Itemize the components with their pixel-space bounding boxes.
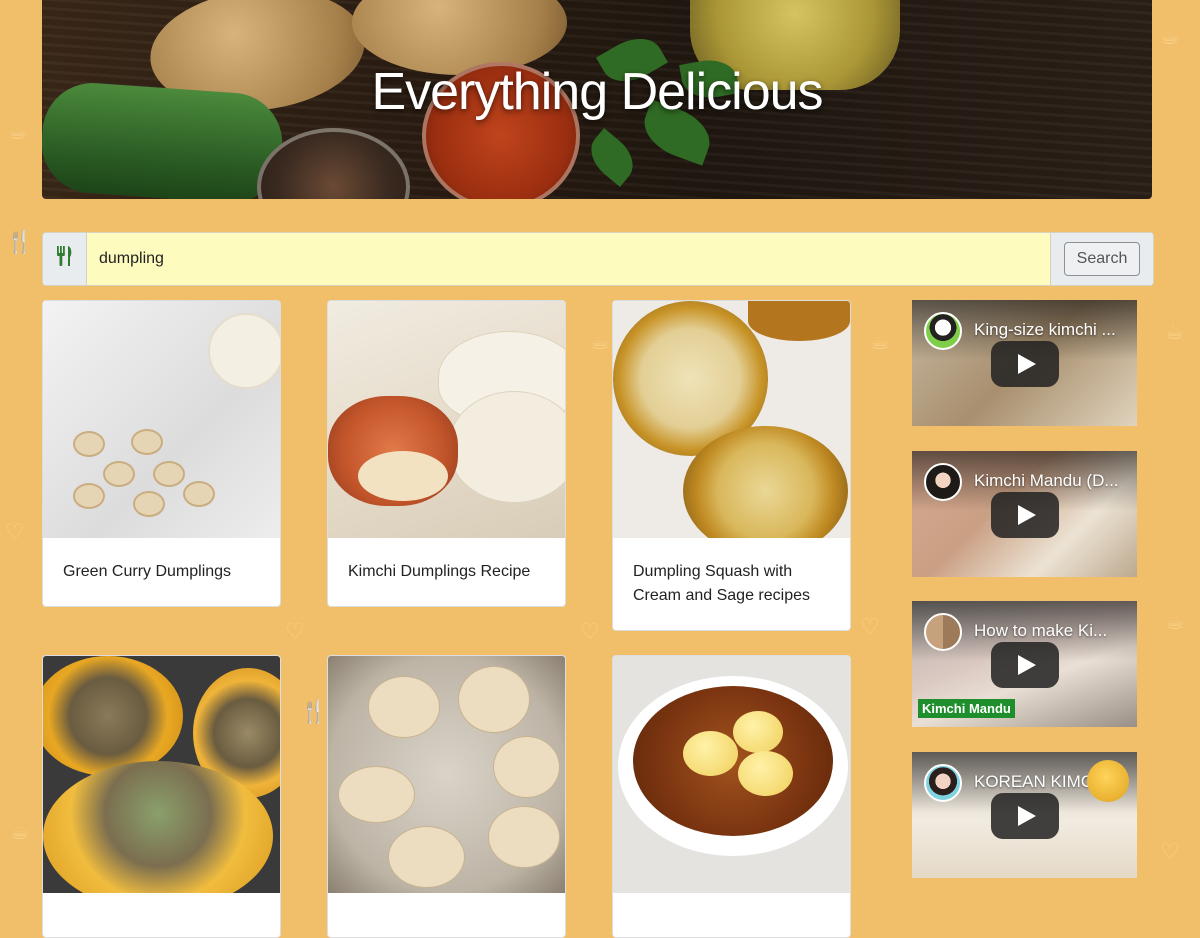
- dumpling-decor: [368, 676, 440, 738]
- page-title: Everything Delicious: [371, 63, 823, 121]
- hero-banner: Everything Delicious: [42, 0, 1152, 199]
- ball-decor: [683, 731, 738, 776]
- video-title[interactable]: How to make Ki...: [974, 621, 1129, 641]
- utensils-icon: [55, 245, 75, 273]
- recipe-image[interactable]: [43, 301, 280, 538]
- recipe-image[interactable]: [613, 301, 850, 538]
- recipe-title[interactable]: Kimchi Dumplings Recipe: [328, 538, 565, 606]
- dumpling-decor: [73, 483, 105, 509]
- play-icon: [1018, 505, 1036, 525]
- video-thumbnail[interactable]: King-size kimchi ...: [912, 300, 1137, 426]
- dumpling-decor: [153, 461, 185, 487]
- video-title[interactable]: Kimchi Mandu (D...: [974, 471, 1129, 491]
- dumpling-decor: [388, 826, 465, 888]
- dumpling-decor: [133, 491, 165, 517]
- ball-decor: [738, 751, 793, 796]
- emoji-sticker: [1087, 760, 1129, 802]
- recipe-image[interactable]: [328, 301, 565, 538]
- play-icon: [1018, 655, 1036, 675]
- search-addon: [43, 233, 87, 285]
- recipe-image[interactable]: [328, 656, 565, 893]
- video-thumbnail[interactable]: How to make Ki... Kimchi Mandu: [912, 601, 1137, 727]
- play-icon: [1018, 354, 1036, 374]
- dumpling-decor: [103, 461, 135, 487]
- dumpling-decor: [448, 391, 565, 503]
- squash-decor: [43, 656, 183, 776]
- dumpling-decor: [131, 429, 163, 455]
- play-button[interactable]: [991, 793, 1059, 839]
- video-title[interactable]: King-size kimchi ...: [974, 320, 1129, 340]
- recipe-card[interactable]: [42, 655, 281, 938]
- dumpling-decor: [458, 666, 530, 733]
- recipe-card[interactable]: [327, 655, 566, 938]
- recipe-image[interactable]: [613, 656, 850, 893]
- recipe-title[interactable]: Dumpling Squash with Cream and Sage reci…: [613, 538, 850, 630]
- search-button-wrap: Search: [1050, 233, 1153, 285]
- channel-avatar[interactable]: [924, 463, 962, 501]
- video-overlay-tag: Kimchi Mandu: [918, 699, 1015, 718]
- play-button[interactable]: [991, 341, 1059, 387]
- dumpling-decor: [338, 766, 415, 823]
- channel-avatar[interactable]: [924, 764, 962, 802]
- ball-decor: [733, 711, 783, 753]
- dumpling-decor: [493, 736, 560, 798]
- recipe-card[interactable]: [612, 655, 851, 938]
- play-button[interactable]: [991, 492, 1059, 538]
- search-input[interactable]: [87, 233, 1050, 285]
- video-thumbnail[interactable]: KOREAN KIMCHI...: [912, 752, 1137, 878]
- recipe-card[interactable]: Green Curry Dumplings: [42, 300, 281, 607]
- channel-avatar[interactable]: [924, 312, 962, 350]
- recipe-card[interactable]: Dumpling Squash with Cream and Sage reci…: [612, 300, 851, 631]
- play-button[interactable]: [991, 642, 1059, 688]
- dumpling-decor: [183, 481, 215, 507]
- recipe-title[interactable]: Green Curry Dumplings: [43, 538, 280, 606]
- search-bar: Search: [42, 232, 1154, 286]
- play-icon: [1018, 806, 1036, 826]
- channel-avatar[interactable]: [924, 613, 962, 651]
- video-thumbnail[interactable]: Kimchi Mandu (D...: [912, 451, 1137, 577]
- recipe-image[interactable]: [43, 656, 280, 893]
- cabbage-decor: [358, 451, 448, 501]
- dumpling-decor: [488, 806, 560, 868]
- bowl-decor: [208, 313, 280, 389]
- recipe-card[interactable]: Kimchi Dumplings Recipe: [327, 300, 566, 607]
- search-button[interactable]: Search: [1063, 242, 1141, 276]
- squash-decor: [748, 301, 850, 341]
- dumpling-decor: [73, 431, 105, 457]
